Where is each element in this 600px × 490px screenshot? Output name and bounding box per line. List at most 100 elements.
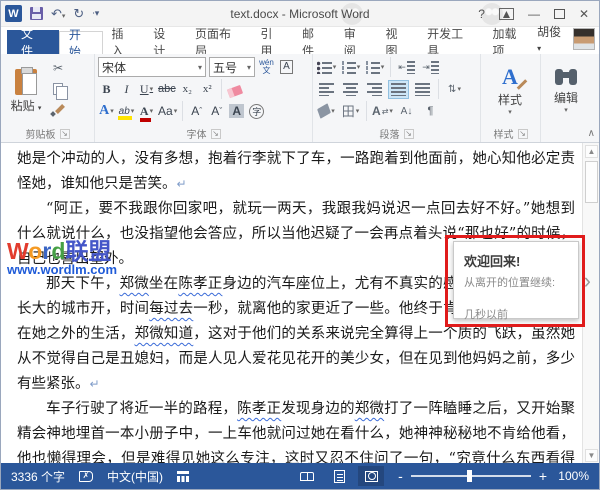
grow-font-button[interactable]: A: [188, 102, 205, 120]
highlight-color-button[interactable]: ab▾: [118, 102, 135, 120]
web-layout-button[interactable]: [358, 466, 384, 486]
text-effects-button[interactable]: A▾: [98, 102, 115, 120]
tab-6[interactable]: 审阅: [335, 30, 377, 54]
tab-7[interactable]: 视图: [376, 30, 418, 54]
multilevel-list-button[interactable]: ▾: [364, 58, 385, 77]
watermark-ghost-icon: [341, 3, 363, 25]
numbering-button[interactable]: ▾: [340, 58, 361, 77]
superscript-button[interactable]: x²: [199, 80, 216, 98]
tab-8[interactable]: 开发工具: [418, 30, 483, 54]
align-center-button[interactable]: [340, 80, 361, 99]
clipboard-dialog-launcher[interactable]: ↘: [60, 129, 70, 139]
document-area[interactable]: 她是个冲动的人，没有多想，抱着行李就下了车，一路跑着到他面前，她心知他必定责怪她…: [1, 143, 599, 464]
zoom-slider[interactable]: [411, 475, 531, 477]
spellcheck-underline: 陈孝正: [237, 401, 281, 417]
justify-button[interactable]: [388, 80, 409, 99]
font-size-combobox[interactable]: 五号▾: [209, 57, 255, 77]
chevron-right-icon: ›: [584, 268, 591, 294]
quick-access-toolbar: W ↶▾ ↻ ⸱▾: [5, 5, 99, 22]
paragraph-0[interactable]: 她是个冲动的人，没有多想，抱着行李就下了车，一路跑着到他面前，她心知他必定责怪她…: [17, 147, 575, 197]
copy-button[interactable]: [48, 80, 68, 98]
cut-button[interactable]: ✂: [48, 59, 68, 77]
spellcheck-underline: 郑微: [120, 276, 149, 292]
scroll-down-icon[interactable]: ▼: [585, 449, 598, 462]
scrollbar-thumb[interactable]: [585, 161, 598, 203]
zoom-level[interactable]: 100%: [555, 469, 589, 483]
ribbon-display-options-button[interactable]: ▲: [499, 8, 514, 20]
tab-file[interactable]: 文件: [7, 30, 59, 54]
tab-3[interactable]: 页面布局: [186, 30, 251, 54]
maximize-button[interactable]: [554, 9, 565, 19]
increase-indent-button[interactable]: ⇥: [420, 58, 441, 77]
language-indicator[interactable]: 中文(中国): [107, 468, 163, 485]
save-button[interactable]: [30, 7, 43, 20]
paragraph-dialog-launcher[interactable]: ↘: [404, 129, 414, 139]
print-layout-button[interactable]: [326, 466, 352, 486]
styles-button[interactable]: A 样式 ▾: [484, 57, 536, 125]
character-shading-button[interactable]: A: [228, 102, 245, 120]
tab-9[interactable]: 加载项: [484, 30, 538, 54]
copy-icon: [53, 83, 63, 95]
scissors-icon: ✂: [53, 61, 63, 75]
decrease-indent-button[interactable]: ⇤: [396, 58, 417, 77]
zoom-in-button[interactable]: +: [539, 469, 547, 483]
help-button[interactable]: ?: [478, 8, 485, 20]
minimize-button[interactable]: —: [528, 8, 540, 20]
clear-formatting-button[interactable]: [227, 80, 244, 98]
align-right-button[interactable]: [364, 80, 385, 99]
line-spacing-button[interactable]: ⇅▾: [444, 80, 465, 99]
customize-qat-button[interactable]: ⸱▾: [92, 9, 99, 18]
distribute-button[interactable]: [412, 80, 433, 99]
tab-1[interactable]: 插入: [103, 30, 145, 54]
font-name-combobox[interactable]: 宋体▾: [98, 57, 206, 77]
phonetic-guide-button[interactable]: wén文: [258, 58, 275, 76]
eraser-icon: [227, 84, 243, 97]
scroll-up-icon[interactable]: ▲: [585, 145, 598, 158]
bold-button[interactable]: B: [98, 80, 115, 98]
borders-button[interactable]: 田▾: [340, 102, 361, 121]
close-button[interactable]: ✕: [579, 8, 589, 20]
tab-4[interactable]: 引用: [251, 30, 293, 54]
character-border-button[interactable]: A: [278, 58, 295, 76]
strikethrough-button[interactable]: abc: [158, 80, 176, 98]
font-color-button[interactable]: A▾: [138, 102, 155, 120]
zoom-slider-thumb[interactable]: [467, 470, 472, 482]
show-hide-marks-button[interactable]: ¶: [420, 102, 441, 121]
spellcheck-underline: 郑微知道: [135, 326, 194, 342]
macro-recording-icon[interactable]: [177, 471, 189, 482]
undo-button[interactable]: ↶▾: [51, 7, 65, 20]
user-name[interactable]: 胡俊 ▾: [537, 23, 568, 54]
format-painter-button[interactable]: [48, 101, 68, 119]
zoom-out-button[interactable]: -: [398, 469, 403, 483]
font-dialog-launcher[interactable]: ↘: [211, 129, 221, 139]
subscript-button[interactable]: x₂: [179, 80, 196, 98]
word-logo-icon: W: [5, 5, 22, 22]
resume-reading-popup[interactable]: 欢迎回来! 从离开的位置继续: 几秒以前 ›: [453, 241, 579, 319]
underline-button[interactable]: U▾: [138, 80, 155, 98]
proofing-errors-icon[interactable]: ✗: [79, 471, 93, 482]
web-layout-icon: [365, 471, 378, 482]
sort-button[interactable]: A↓: [396, 102, 417, 121]
tab-5[interactable]: 邮件: [293, 30, 335, 54]
tab-2[interactable]: 设计: [144, 30, 186, 54]
shrink-font-button[interactable]: A: [208, 102, 225, 120]
word-count[interactable]: 3336 个字: [11, 468, 65, 485]
align-left-button[interactable]: [316, 80, 337, 99]
read-mode-button[interactable]: [294, 466, 320, 486]
shading-button[interactable]: ▾: [316, 102, 337, 121]
enclose-characters-button[interactable]: 字: [248, 102, 265, 120]
paste-button[interactable]: 粘贴 ▾: [4, 57, 48, 125]
bullets-button[interactable]: ▾: [316, 58, 337, 77]
editing-button[interactable]: 编辑 ▾: [544, 57, 588, 125]
watermark: Word联盟 www.wordlm.com: [7, 239, 117, 277]
paragraph-3[interactable]: 车子行驶了将近一半的路程，陈孝正发现身边的郑微打了一阵瞌睡之后，又开始聚精会神地…: [17, 397, 575, 464]
styles-dialog-launcher[interactable]: ↘: [518, 129, 528, 139]
collapse-ribbon-button[interactable]: ∧: [588, 128, 595, 139]
vertical-scrollbar[interactable]: ▲ ▼: [582, 143, 599, 464]
tab-0[interactable]: 开始: [59, 31, 103, 55]
italic-button[interactable]: I: [118, 80, 135, 98]
redo-button[interactable]: ↻: [73, 7, 84, 20]
asian-layout-button[interactable]: A⇄▾: [372, 102, 393, 121]
change-case-button[interactable]: Aa▾: [158, 102, 177, 120]
user-avatar[interactable]: [573, 28, 595, 50]
